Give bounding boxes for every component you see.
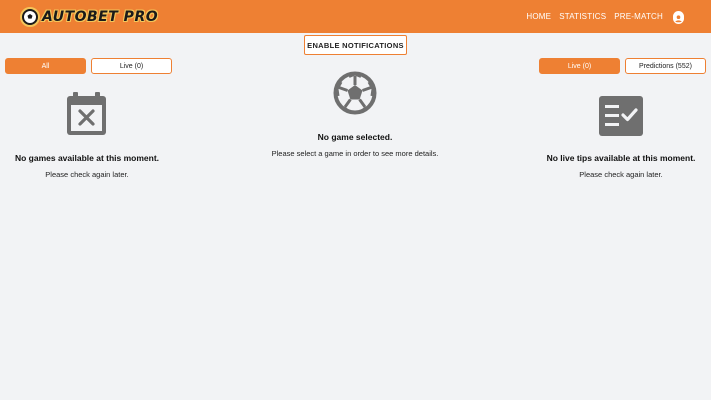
tab-predictions[interactable]: Predictions (552) xyxy=(625,58,706,74)
tab-live-right[interactable]: Live (0) xyxy=(539,58,620,74)
center-panel-subtitle: Please select a game in order to see mor… xyxy=(271,149,439,158)
enable-notifications-button[interactable]: ENABLE NOTIFICATIONS xyxy=(304,35,407,55)
left-panel-subtitle: Please check again later. xyxy=(45,170,129,179)
calendar-x-icon xyxy=(66,91,107,141)
right-panel-subtitle: Please check again later. xyxy=(579,170,663,179)
top-bar: AUTOBET PRO HOME STATISTICS PRE-MATCH xyxy=(0,0,711,33)
logo[interactable]: AUTOBET PRO xyxy=(20,6,158,28)
center-panel-title: No game selected. xyxy=(317,132,393,142)
soccer-ball-logo-icon xyxy=(20,7,40,27)
right-panel-title: No live tips available at this moment. xyxy=(546,153,696,163)
soccer-ball-icon xyxy=(333,71,377,120)
left-panel-title: No games available at this moment. xyxy=(14,153,160,163)
nav-statistics-link[interactable]: STATISTICS xyxy=(559,12,606,21)
nav-pre-match-link[interactable]: PRE-MATCH xyxy=(614,12,663,21)
tab-all[interactable]: All xyxy=(5,58,86,74)
nav-home-link[interactable]: HOME xyxy=(526,12,551,21)
checklist-icon xyxy=(599,96,643,141)
main-nav: HOME STATISTICS PRE-MATCH xyxy=(518,0,685,33)
tab-live-left[interactable]: Live (0) xyxy=(91,58,172,74)
logo-text: AUTOBET PRO xyxy=(42,9,159,25)
account-circle-icon[interactable] xyxy=(673,11,684,24)
